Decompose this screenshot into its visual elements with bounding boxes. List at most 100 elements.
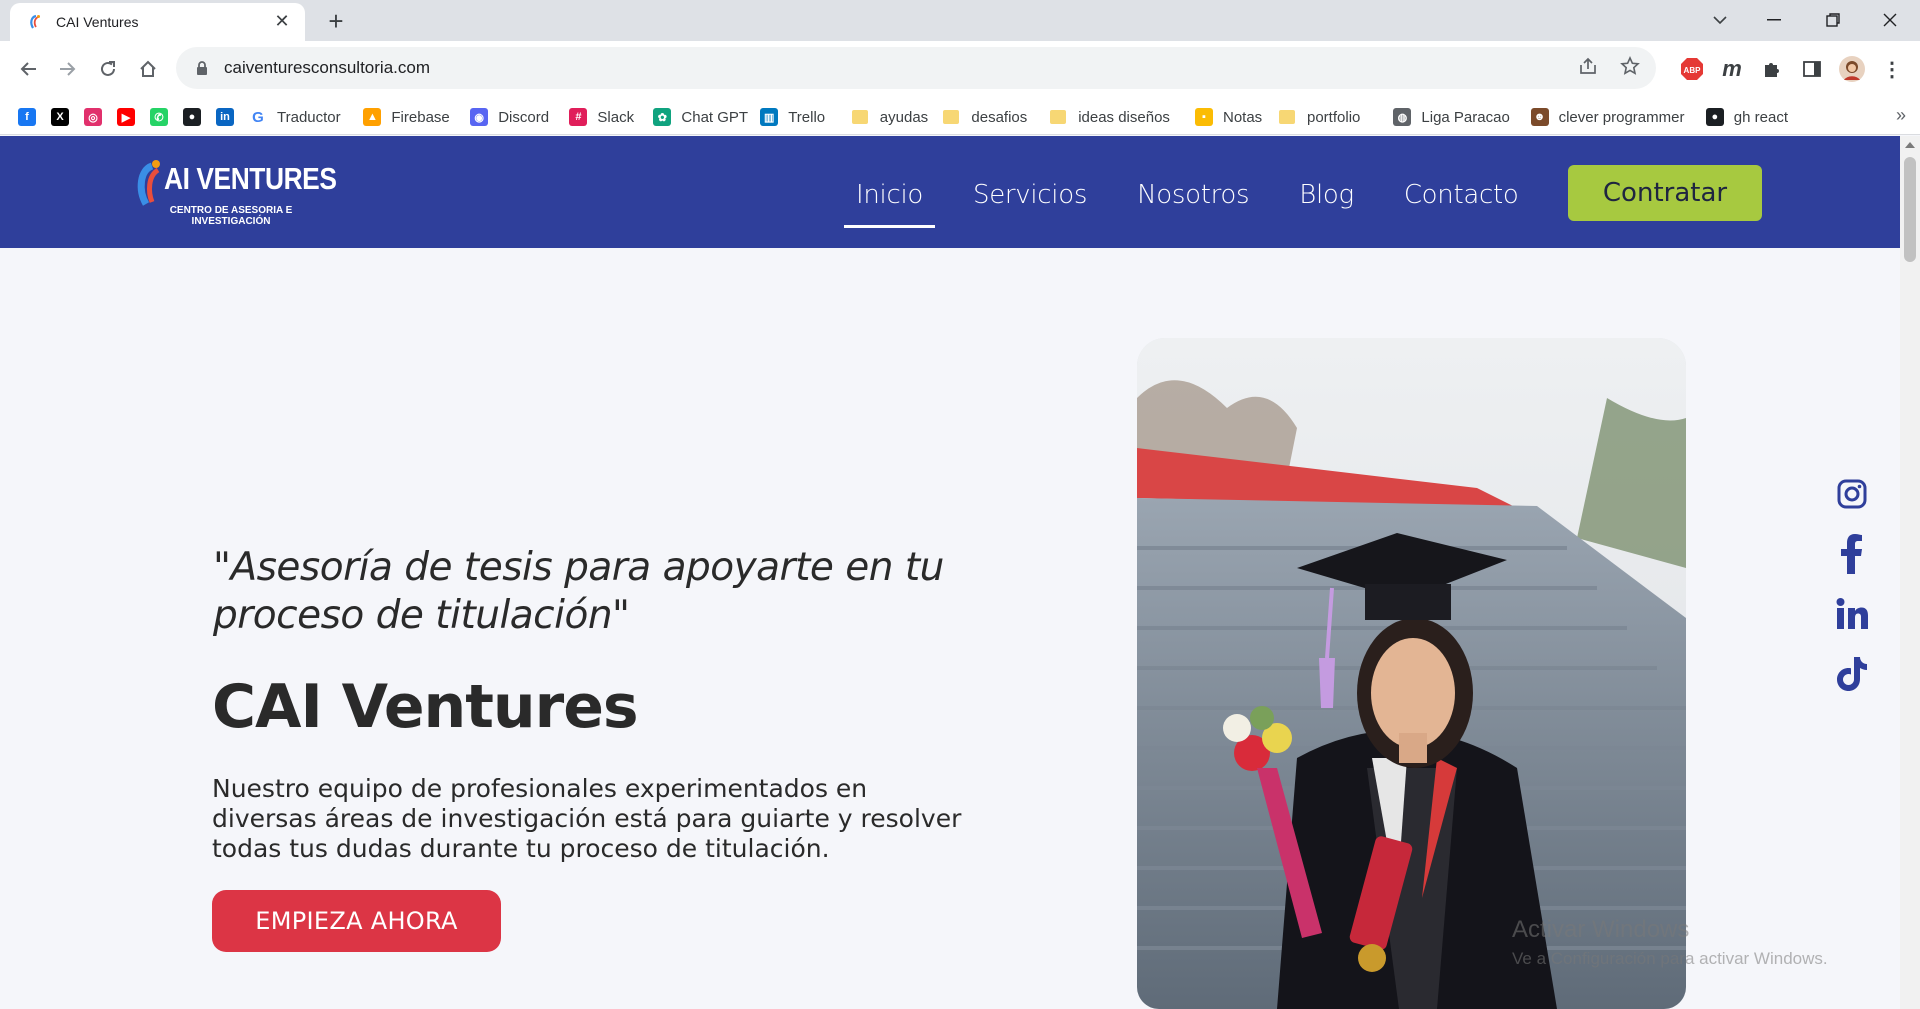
chatgpt-icon: ✿	[653, 108, 672, 126]
bookmark-item[interactable]: ▶	[117, 106, 135, 128]
hero-quote: "Asesoría de tesis para apoyarte en tu p…	[213, 545, 944, 638]
bookmark-item[interactable]: ● gh react	[1705, 106, 1788, 128]
globe-icon: ◍	[1393, 108, 1412, 126]
extensions-puzzle-icon[interactable]	[1756, 53, 1788, 85]
tab-strip: CAI Ventures ✕ +	[0, 0, 1920, 41]
m-extension-icon[interactable]: m	[1716, 53, 1748, 85]
bookmark-label: portfolio	[1307, 108, 1361, 126]
nav-nosotros[interactable]: Nosotros	[1137, 180, 1249, 216]
bookmark-item[interactable]: desafios	[943, 106, 1027, 128]
bookmark-label: Trello	[788, 108, 826, 126]
nav-inicio[interactable]: Inicio	[844, 180, 935, 228]
bookmark-item[interactable]: in	[216, 106, 234, 128]
bookmark-label: Discord	[498, 108, 550, 126]
tab-search-icon[interactable]	[1692, 0, 1748, 40]
new-tab-button[interactable]: +	[322, 8, 350, 36]
back-button[interactable]	[10, 51, 46, 87]
main-menu: Inicio Servicios Nosotros Blog Contacto	[844, 180, 1569, 228]
bookmark-label: clever programmer	[1558, 108, 1685, 126]
linkedin-icon[interactable]	[1834, 594, 1870, 634]
x-icon: X	[51, 108, 69, 126]
bookmark-item[interactable]: ▥ Trello	[760, 106, 825, 128]
share-icon[interactable]	[1578, 56, 1598, 82]
url-text: caiventuresconsultoria.com	[224, 58, 430, 77]
folder-icon	[943, 110, 960, 124]
discord-icon: ◉	[470, 108, 489, 126]
bookmark-item[interactable]: # Slack	[569, 106, 634, 128]
restore-button[interactable]	[1805, 0, 1861, 40]
nav-servicios[interactable]: Servicios	[973, 180, 1087, 216]
windows-activation-title: Activar Windows	[1512, 916, 1690, 943]
tab-title: CAI Ventures	[56, 14, 139, 30]
tiktok-icon[interactable]	[1834, 654, 1870, 694]
bookmark-item[interactable]: ▪ Notas	[1195, 106, 1262, 128]
whatsapp-icon: ✆	[150, 108, 168, 126]
bookmark-item[interactable]: X	[51, 106, 69, 128]
trello-icon: ▥	[760, 108, 779, 126]
bookmark-item[interactable]: ✆	[150, 106, 168, 128]
avatar-icon: ☻	[1530, 108, 1549, 126]
site-header: AI VENTURES CENTRO DE ASESORIA E INVESTI…	[0, 136, 1900, 248]
windows-activation-subtitle: Ve a Configuración para activar Windows.	[1512, 949, 1828, 968]
bookmark-label: Liga Paracao	[1421, 108, 1510, 126]
side-panel-icon[interactable]	[1796, 53, 1828, 85]
folder-icon	[1279, 110, 1295, 124]
close-window-button[interactable]	[1862, 0, 1918, 40]
nav-blog[interactable]: Blog	[1299, 180, 1354, 216]
page-scrollbar[interactable]	[1900, 136, 1920, 1009]
scroll-up-arrow-icon[interactable]	[1905, 142, 1915, 148]
bookmark-label: desafios	[971, 108, 1028, 126]
bookmark-item[interactable]: ▲ Firebase	[363, 106, 450, 128]
bookmark-label: gh react	[1733, 108, 1788, 126]
home-button[interactable]	[130, 51, 166, 87]
bookmark-label: Notas	[1223, 108, 1263, 126]
bookmark-item[interactable]: ◉ Discord	[470, 106, 549, 128]
notes-icon: ▪	[1195, 108, 1213, 126]
firebase-icon: ▲	[363, 108, 382, 126]
bookmark-label: Slack	[597, 108, 635, 126]
lock-icon	[197, 61, 207, 75]
reload-button[interactable]	[90, 51, 126, 87]
bookmark-item[interactable]: ◍ Liga Paracao	[1393, 106, 1510, 128]
hero-title: CAI Ventures	[212, 672, 639, 742]
bookmark-star-icon[interactable]	[1620, 56, 1640, 82]
instagram-icon: ◎	[84, 108, 102, 126]
bookmark-label: ideas diseños	[1078, 108, 1170, 126]
site-logo[interactable]: AI VENTURES CENTRO DE ASESORIA E INVESTI…	[134, 156, 337, 232]
youtube-icon: ▶	[117, 108, 135, 126]
bookmark-item[interactable]: ☻ clever programmer	[1530, 106, 1685, 128]
page-viewport: AI VENTURES CENTRO DE ASESORIA E INVESTI…	[0, 136, 1900, 1009]
profile-avatar[interactable]	[1836, 53, 1868, 85]
facebook-icon: f	[18, 108, 36, 126]
contratar-button[interactable]: Contratar	[1568, 165, 1762, 221]
forward-button[interactable]	[50, 51, 86, 87]
bookmark-item[interactable]: ◎	[84, 106, 102, 128]
more-bookmarks-icon[interactable]: »	[1896, 105, 1906, 126]
adblock-icon[interactable]: ABP	[1676, 53, 1708, 85]
facebook-icon[interactable]	[1834, 534, 1870, 574]
bookmark-label: Chat GPT	[681, 108, 749, 126]
bookmark-label: Firebase	[391, 108, 450, 126]
minimize-button[interactable]	[1746, 0, 1802, 40]
nav-contacto[interactable]: Contacto	[1404, 180, 1519, 216]
instagram-icon[interactable]	[1834, 474, 1870, 514]
social-sidebar	[1834, 474, 1870, 714]
bookmark-item[interactable]: ideas diseños	[1050, 106, 1170, 128]
bookmark-item[interactable]: ayudas	[851, 106, 929, 128]
address-bar[interactable]: caiventuresconsultoria.com	[176, 47, 1656, 89]
browser-tab[interactable]: CAI Ventures ✕	[10, 3, 305, 41]
bookmark-item[interactable]: ✿ Chat GPT	[653, 106, 748, 128]
bookmark-item[interactable]: f	[18, 106, 36, 128]
bookmark-item[interactable]: G Traductor	[249, 106, 341, 128]
bookmarks-bar: » f X ◎ ▶ ✆ ● in G Traductor ▲ Firebase ◉ Discord # Sl…	[0, 99, 1920, 135]
chrome-menu-icon[interactable]: ⋮	[1876, 53, 1908, 85]
bookmark-item[interactable]: portfolio	[1279, 106, 1360, 128]
empieza-ahora-button[interactable]: EMPIEZA AHORA	[212, 890, 501, 952]
hero-description: Nuestro equipo de profesionales experime…	[212, 774, 962, 863]
close-tab-icon[interactable]: ✕	[271, 11, 293, 33]
bookmark-label: ayudas	[879, 108, 929, 126]
logo-text: AI VENTURES	[164, 161, 337, 196]
scroll-thumb[interactable]	[1904, 157, 1916, 262]
bookmark-label: Traductor	[277, 108, 341, 126]
bookmark-item[interactable]: ●	[183, 106, 201, 128]
